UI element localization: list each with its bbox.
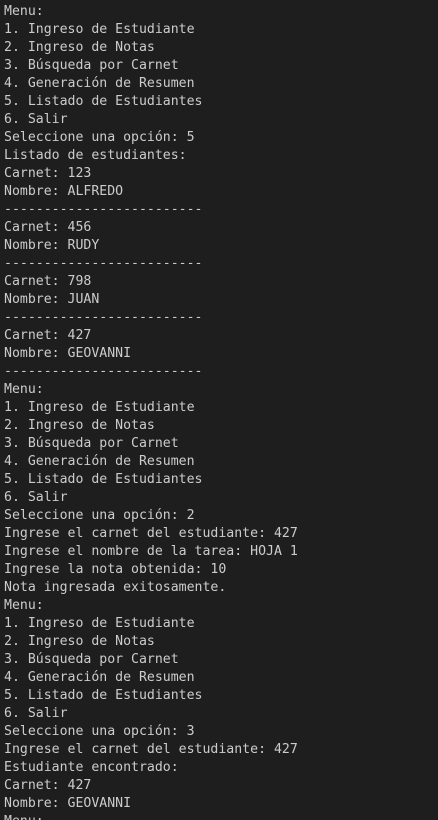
- terminal-line: Ingrese el carnet del estudiante: 427: [4, 742, 298, 757]
- terminal-line: Carnet: 798: [4, 274, 92, 289]
- terminal-line: 4. Generación de Resumen: [4, 670, 195, 685]
- terminal-line: 3. Búsqueda por Carnet: [4, 436, 179, 451]
- terminal-line: Menu:: [4, 598, 44, 613]
- terminal-line: 1. Ingreso de Estudiante: [4, 22, 195, 37]
- terminal-line: 6. Salir: [4, 490, 68, 505]
- terminal-line: Carnet: 456: [4, 220, 92, 235]
- terminal-line: 5. Listado de Estudiantes: [4, 688, 203, 703]
- terminal-line: Nombre: JUAN: [4, 292, 100, 307]
- terminal-line: Nota ingresada exitosamente.: [4, 580, 227, 595]
- terminal-line: 2. Ingreso de Notas: [4, 418, 155, 433]
- terminal-line: 3. Búsqueda por Carnet: [4, 58, 179, 73]
- terminal-line: Nombre: GEOVANNI: [4, 346, 132, 361]
- terminal-line: Nombre: RUDY: [4, 238, 100, 253]
- terminal-line: -------------------------: [4, 202, 203, 217]
- terminal-line: 4. Generación de Resumen: [4, 76, 195, 91]
- terminal-line: 6. Salir: [4, 706, 68, 721]
- terminal-line: Estudiante encontrado:: [4, 760, 179, 775]
- terminal-line: -------------------------: [4, 364, 203, 379]
- terminal-line: Listado de estudiantes:: [4, 148, 187, 163]
- terminal-window[interactable]: Menu: 1. Ingreso de Estudiante 2. Ingreso …: [0, 0, 438, 820]
- terminal-line: Ingrese el nombre de la tarea: HOJA 1: [4, 544, 298, 559]
- terminal-line: 1. Ingreso de Estudiante: [4, 400, 195, 415]
- terminal-line: 2. Ingreso de Notas: [4, 40, 155, 55]
- terminal-line: 6. Salir: [4, 112, 68, 127]
- terminal-line: Nombre: ALFREDO: [4, 184, 124, 199]
- terminal-line: Menu:: [4, 382, 44, 397]
- terminal-line: 3. Búsqueda por Carnet: [4, 652, 179, 667]
- terminal-line: -------------------------: [4, 310, 203, 325]
- terminal-line: Nombre: GEOVANNI: [4, 796, 132, 811]
- terminal-line: Seleccione una opción: 5: [4, 130, 195, 145]
- terminal-line: Carnet: 427: [4, 328, 92, 343]
- terminal-line: Ingrese la nota obtenida: 10: [4, 562, 227, 577]
- terminal-line: Seleccione una opción: 2: [4, 508, 195, 523]
- terminal-output: Menu: 1. Ingreso de Estudiante 2. Ingreso …: [4, 3, 438, 820]
- terminal-line: 5. Listado de Estudiantes: [4, 94, 203, 109]
- terminal-line: 5. Listado de Estudiantes: [4, 472, 203, 487]
- terminal-line: Carnet: 427: [4, 778, 92, 793]
- terminal-line: Menu:: [4, 813, 438, 820]
- terminal-line: Seleccione una opción: 3: [4, 724, 195, 739]
- terminal-line: Ingrese el carnet del estudiante: 427: [4, 526, 298, 541]
- terminal-line: Menu:: [4, 4, 44, 19]
- terminal-line: 1. Ingreso de Estudiante: [4, 616, 195, 631]
- terminal-line: -------------------------: [4, 256, 203, 271]
- terminal-line: 4. Generación de Resumen: [4, 454, 195, 469]
- terminal-line: 2. Ingreso de Notas: [4, 634, 155, 649]
- terminal-line: Carnet: 123: [4, 166, 92, 181]
